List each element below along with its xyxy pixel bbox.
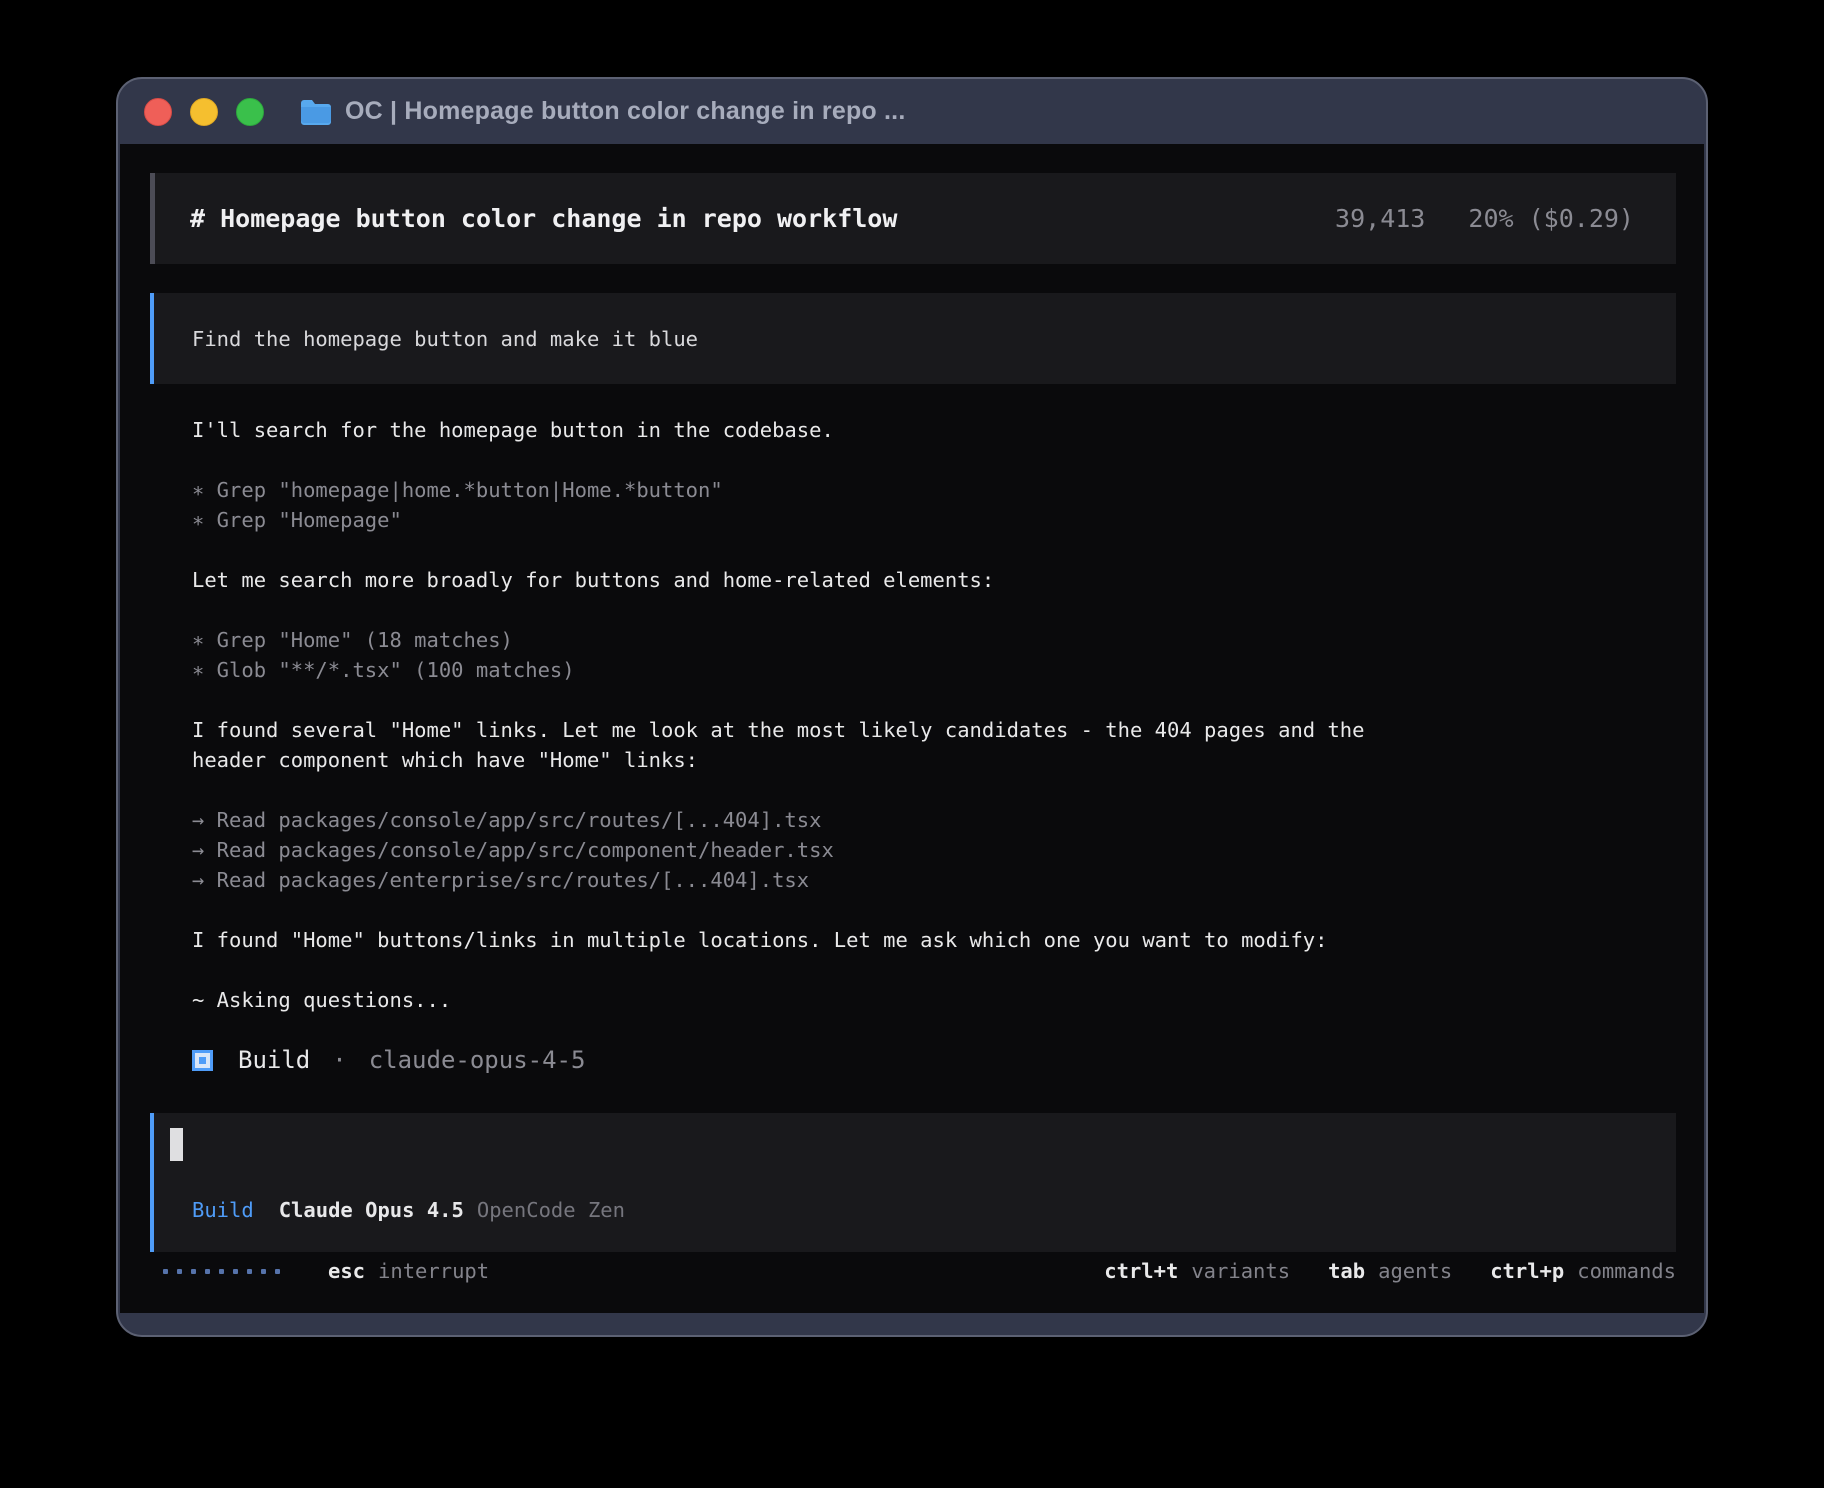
close-button[interactable] — [144, 98, 172, 126]
assistant-text: I found several "Home" links. Let me loo… — [192, 715, 1424, 775]
spinner-dots — [163, 1269, 280, 1274]
traffic-lights — [144, 98, 264, 126]
tool-call-grep: ∗ Grep "homepage|home.*button|Home.*butt… — [192, 475, 1424, 505]
tool-call-grep: ∗ Grep "Home" (18 matches) — [192, 625, 1424, 655]
interrupt-hint: esc interrupt — [328, 1259, 489, 1283]
session-usage: 39,413 20% ($0.29) — [1335, 204, 1634, 233]
agents-hint: tab agents — [1328, 1259, 1452, 1283]
agent-status-line: Build · claude-opus-4-5 — [192, 1045, 1424, 1075]
terminal-screen[interactable]: # Homepage button color change in repo w… — [120, 144, 1704, 1313]
token-count: 39,413 — [1335, 204, 1425, 233]
ctrl-t-key: ctrl+t — [1104, 1259, 1178, 1283]
session-title: # Homepage button color change in repo w… — [190, 204, 897, 233]
tool-call-read: → Read packages/console/app/src/componen… — [192, 835, 1424, 865]
model-provider: OpenCode Zen — [477, 1197, 625, 1223]
commands-label: commands — [1577, 1259, 1676, 1283]
status-bar: esc interrupt ctrl+t variants tab agents… — [150, 1256, 1676, 1286]
model-name: claude-opus-4-5 — [369, 1046, 586, 1074]
keyboard-hints: ctrl+t variants tab agents ctrl+p comman… — [1104, 1259, 1676, 1283]
app-window: OC | Homepage button color change in rep… — [116, 77, 1708, 1337]
esc-key: esc — [328, 1259, 365, 1283]
agent-name: Build — [238, 1046, 310, 1074]
tool-call-grep: ∗ Grep "Homepage" — [192, 505, 1424, 535]
agent-build-icon — [192, 1050, 213, 1071]
tool-call-read: → Read packages/enterprise/src/routes/[.… — [192, 865, 1424, 895]
window-title: OC | Homepage button color change in rep… — [345, 97, 905, 126]
window-titlebar[interactable]: OC | Homepage button color change in rep… — [118, 79, 1706, 144]
assistant-text: Let me search more broadly for buttons a… — [192, 565, 1424, 595]
ctrl-p-key: ctrl+p — [1490, 1259, 1564, 1283]
separator-dot: · — [332, 1046, 346, 1074]
interrupt-label: interrupt — [378, 1259, 489, 1283]
agent-selector[interactable]: Build — [192, 1197, 254, 1223]
session-header: # Homepage button color change in repo w… — [150, 173, 1676, 264]
tool-call-glob: ∗ Glob "**/*.tsx" (100 matches) — [192, 655, 1424, 685]
assistant-text: I'll search for the homepage button in t… — [192, 415, 1424, 445]
active-model: Claude Opus 4.5 — [279, 1197, 464, 1223]
prompt-input[interactable]: Build Claude Opus 4.5 OpenCode Zen — [150, 1113, 1676, 1252]
text-cursor — [170, 1128, 183, 1161]
folder-icon — [299, 98, 333, 126]
user-message-text: Find the homepage button and make it blu… — [192, 327, 698, 351]
minimize-button[interactable] — [190, 98, 218, 126]
context-usage: 20% ($0.29) — [1468, 204, 1634, 233]
maximize-button[interactable] — [236, 98, 264, 126]
variants-label: variants — [1191, 1259, 1290, 1283]
prompt-meta: Build Claude Opus 4.5 OpenCode Zen — [192, 1197, 625, 1223]
commands-hint: ctrl+p commands — [1490, 1259, 1676, 1283]
variants-hint: ctrl+t variants — [1104, 1259, 1290, 1283]
tool-call-read: → Read packages/console/app/src/routes/[… — [192, 805, 1424, 835]
user-message: Find the homepage button and make it blu… — [150, 293, 1676, 384]
agents-label: agents — [1378, 1259, 1452, 1283]
assistant-status-text: ~ Asking questions... — [192, 985, 1424, 1015]
assistant-text: I found "Home" buttons/links in multiple… — [192, 925, 1424, 955]
conversation: I'll search for the homepage button in t… — [192, 415, 1424, 1075]
tab-key: tab — [1328, 1259, 1365, 1283]
